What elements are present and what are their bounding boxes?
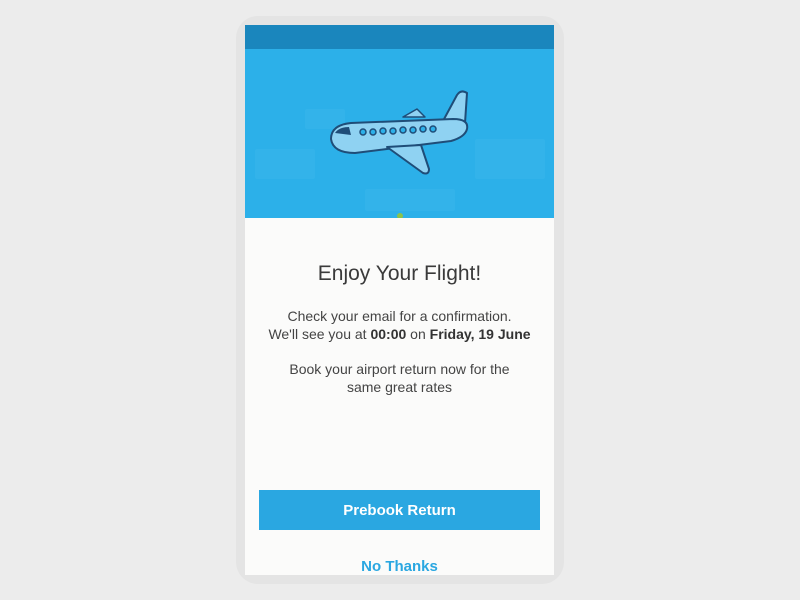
background-cloud — [365, 189, 455, 211]
message-line-1: Check your email for a confirmation. — [287, 308, 512, 324]
background-cloud — [475, 139, 545, 179]
flight-date: Friday, 19 June — [429, 326, 531, 342]
message-line-2: We'll see you at 00:00 on Friday, 19 Jun… — [245, 325, 554, 343]
no-thanks-button[interactable]: No Thanks — [329, 554, 470, 575]
hero-banner — [245, 49, 554, 218]
airplane-icon — [330, 90, 469, 175]
promo-line-1: Book your airport return now for the — [289, 361, 510, 377]
confirmation-message: Check your email for a confirmation. We'… — [245, 307, 554, 343]
dialog-title: Enjoy Your Flight! — [317, 262, 482, 285]
status-bar — [245, 25, 554, 49]
confirmation-panel: Enjoy Your Flight! Check your email for … — [245, 218, 554, 575]
prebook-return-button[interactable]: Prebook Return — [259, 490, 540, 530]
promo-message: Book your airport return now for the sam… — [245, 360, 554, 396]
message-mid: on — [406, 326, 430, 342]
app-screen: Enjoy Your Flight! Check your email for … — [245, 25, 554, 575]
message-prefix: We'll see you at — [268, 326, 371, 342]
background-cloud — [255, 149, 315, 179]
flight-time: 00:00 — [370, 326, 407, 342]
promo-line-2: same great rates — [346, 379, 453, 395]
